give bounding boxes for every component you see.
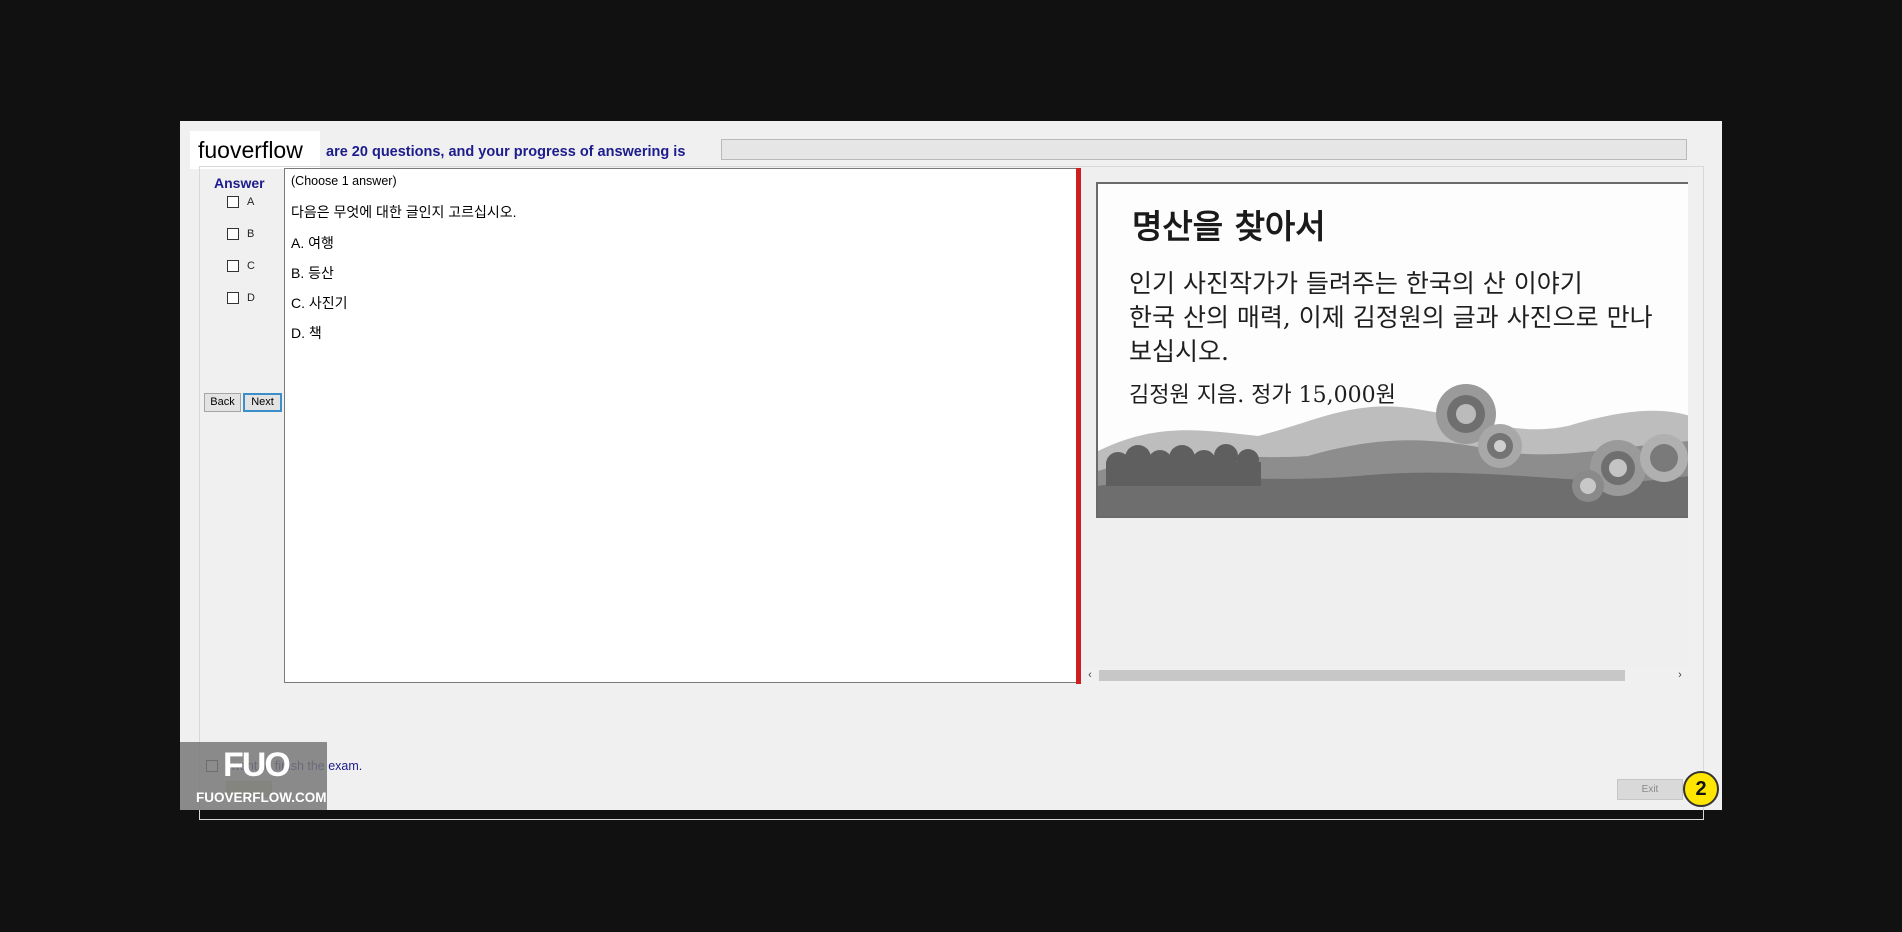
horizontal-scrollbar[interactable]: ‹ › <box>1082 667 1688 683</box>
checkbox-a[interactable] <box>227 196 239 208</box>
question-hint: (Choose 1 answer) <box>291 174 397 188</box>
question-stem: 다음은 무엇에 대한 글인지 고르십시오. <box>291 204 517 220</box>
ad-title: 명산을 찾아서 <box>1132 207 1326 246</box>
scroll-right-icon[interactable]: › <box>1672 667 1688 683</box>
answer-option-b[interactable]: B <box>227 226 254 242</box>
site-label: fuoverflow <box>190 131 320 169</box>
question-panel: (Choose 1 answer) 다음은 무엇에 대한 글인지 고르십시오. … <box>284 168 1077 683</box>
checkbox-c[interactable] <box>227 260 239 272</box>
exam-window: fuoverflow are 20 questions, and your pr… <box>180 121 1722 820</box>
progress-text: are 20 questions, and your progress of a… <box>326 144 686 160</box>
ad-line-2: 한국 산의 매력, 이제 김정원의 글과 사진으로 만나 <box>1129 303 1653 332</box>
answer-option-a-label: A <box>247 196 255 208</box>
answer-option-c[interactable]: C <box>227 258 255 274</box>
logo-text: FUOVERFLOW.COM <box>196 790 327 805</box>
next-button[interactable]: Next <box>243 393 282 412</box>
ad-line-1: 인기 사진작가가 들려주는 한국의 산 이야기 <box>1129 269 1583 298</box>
question-option-c: C. 사진기 <box>291 295 348 311</box>
scroll-thumb[interactable] <box>1099 670 1625 681</box>
book-advertisement-image: 명산을 찾아서 인기 사진작가가 들려주는 한국의 산 이야기 한국 산의 매력… <box>1096 182 1688 518</box>
question-option-d: D. 책 <box>291 325 322 341</box>
image-panel: 명산을 찾아서 인기 사진작가가 들려주는 한국의 산 이야기 한국 산의 매력… <box>1082 168 1688 683</box>
page-badge: 2 <box>1683 771 1719 807</box>
ad-line-3: 보십시오. <box>1129 337 1229 366</box>
answer-option-c-label: C <box>247 260 255 272</box>
answer-option-b-label: B <box>247 228 255 240</box>
answer-option-a[interactable]: A <box>227 194 254 210</box>
back-button[interactable]: Back <box>204 393 241 412</box>
answer-option-d-label: D <box>247 292 255 304</box>
exit-button[interactable]: Exit <box>1617 779 1683 800</box>
answer-option-d[interactable]: D <box>227 290 255 306</box>
fuo-logo-watermark: FUO FUOVERFLOW.COM <box>180 742 327 810</box>
question-option-a: A. 여행 <box>291 235 334 251</box>
checkbox-b[interactable] <box>227 228 239 240</box>
panel-splitter[interactable] <box>1076 168 1081 684</box>
progress-bar <box>721 139 1687 160</box>
mountain-flower-illustration <box>1098 384 1688 516</box>
checkbox-d[interactable] <box>227 292 239 304</box>
scroll-left-icon[interactable]: ‹ <box>1082 667 1098 683</box>
question-option-b: B. 등산 <box>291 265 334 281</box>
logo-mark: FUO <box>223 746 291 784</box>
answer-title: Answer <box>214 175 265 191</box>
